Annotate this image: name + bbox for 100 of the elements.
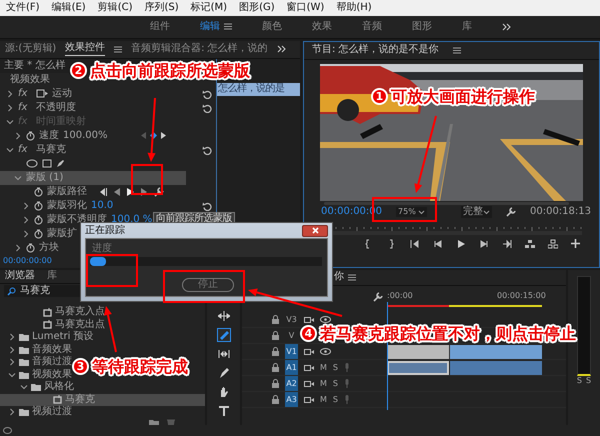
chevron-right-icon[interactable] [8, 358, 16, 366]
overflow-icon[interactable] [502, 22, 511, 31]
caret-icon[interactable] [482, 210, 490, 215]
lift-icon[interactable] [525, 238, 535, 249]
lock-icon[interactable] [272, 379, 279, 388]
menu-icon[interactable] [224, 23, 232, 30]
menu-item[interactable]: 图形(G) [239, 2, 275, 14]
eye-icon[interactable] [320, 316, 331, 324]
reset-icon[interactable] [202, 102, 212, 113]
step-forward-icon[interactable] [479, 238, 489, 249]
sync-lock-icon[interactable] [304, 364, 314, 372]
lock-icon[interactable] [272, 315, 279, 324]
tree-item[interactable]: 音频效果 [0, 344, 72, 356]
property-value[interactable]: 10.0 [91, 200, 161, 212]
slip-icon[interactable] [218, 348, 230, 360]
workspace-tab[interactable]: 图形 [412, 20, 432, 33]
add-button-icon[interactable] [571, 239, 580, 248]
zoom-dropdown[interactable]: 75% [396, 207, 427, 218]
workspace-tab[interactable]: 编辑 [200, 20, 232, 33]
solo-button[interactable]: S [576, 376, 582, 386]
sync-lock-icon[interactable] [304, 380, 314, 388]
chevron-down-icon[interactable] [6, 146, 14, 154]
solo-button[interactable]: S [332, 394, 338, 404]
track-label[interactable]: V [285, 328, 298, 344]
sync-lock-icon[interactable] [304, 348, 314, 356]
lock-icon[interactable] [272, 331, 279, 340]
menu-icon[interactable] [114, 46, 122, 53]
mute-button[interactable]: M [320, 362, 327, 372]
eye-icon[interactable] [320, 348, 331, 356]
chevron-right-icon[interactable] [8, 408, 16, 416]
menu-item[interactable]: 标记(M) [190, 2, 228, 14]
chevron-right-icon[interactable] [6, 104, 14, 112]
next-keyframe-icon[interactable] [161, 132, 166, 140]
go-to-out-icon[interactable] [502, 238, 512, 249]
track-select-icon[interactable] [218, 310, 230, 322]
reset-icon[interactable] [202, 88, 212, 99]
pen-icon[interactable] [218, 367, 230, 380]
workspace-tab[interactable]: 组件 [150, 20, 170, 33]
tree-item[interactable]: 音频过渡 [0, 356, 72, 369]
chevron-right-icon[interactable] [22, 202, 30, 210]
extract-icon[interactable] [548, 238, 558, 249]
chevron-right-icon[interactable] [14, 244, 22, 252]
menu-icon[interactable] [452, 46, 461, 54]
menu-item[interactable]: 帮助(H) [336, 2, 372, 14]
wrench-icon[interactable] [506, 207, 516, 218]
wrench-icon[interactable] [373, 292, 383, 302]
chevron-right-icon[interactable] [6, 90, 14, 98]
panel-tab[interactable]: 浏览器 [5, 270, 35, 284]
tree-item[interactable]: Lumetri 预设 [0, 331, 94, 344]
chevron-down-icon[interactable] [20, 383, 28, 392]
stopwatch-icon[interactable] [26, 130, 35, 141]
lock-icon[interactable] [272, 347, 279, 356]
caret-icon[interactable] [418, 210, 425, 215]
menu-item[interactable]: 序列(S) [144, 2, 179, 14]
wrench-icon[interactable] [154, 186, 164, 197]
solo-button[interactable]: S [332, 362, 338, 372]
overflow-icon[interactable] [276, 45, 286, 54]
panel-tab[interactable]: 源:(无剪辑) [5, 42, 56, 56]
mute-button[interactable]: M [320, 394, 327, 404]
sync-lock-icon[interactable] [304, 316, 314, 324]
tree-item[interactable]: 马赛克 [0, 394, 205, 406]
step-back-icon[interactable] [433, 238, 443, 249]
mute-button[interactable]: M [320, 378, 327, 388]
menu-item[interactable]: 编辑(E) [52, 2, 86, 14]
keyframe-icon[interactable] [150, 132, 157, 140]
menu-item[interactable]: 文件(F) [6, 2, 40, 14]
panel-tab[interactable]: 节目: 怎么样，说的是不是你 [312, 44, 439, 57]
workspace-tab[interactable]: 库 [462, 20, 472, 33]
razor-icon[interactable] [218, 329, 230, 342]
step-back-icon[interactable] [99, 188, 107, 196]
menu-item[interactable]: 剪辑(C) [98, 2, 132, 14]
stopwatch-icon[interactable] [34, 214, 43, 225]
type-tool-icon[interactable] [218, 405, 230, 418]
track-label[interactable]: V3 [285, 312, 298, 328]
close-button[interactable] [302, 224, 328, 236]
menu-icon[interactable] [348, 274, 356, 282]
video-clip[interactable] [387, 344, 449, 359]
panel-tab[interactable]: 效果控件 [65, 42, 106, 56]
play-icon[interactable] [127, 188, 134, 196]
track-label[interactable]: A1 [285, 360, 298, 376]
track-label[interactable]: V1 [285, 344, 298, 360]
panel-tab[interactable]: 音频剪辑混合器: 怎么样，说的 [131, 42, 268, 56]
pen-icon[interactable] [56, 159, 65, 168]
audio-clip[interactable] [449, 360, 542, 375]
solo-button[interactable]: S [332, 378, 338, 388]
solo-button[interactable]: S [586, 376, 592, 386]
workspace-tab[interactable]: 效果 [312, 20, 332, 33]
play-icon[interactable] [456, 238, 466, 249]
track-label[interactable]: A3 [285, 392, 298, 408]
chevron-down-icon[interactable] [8, 370, 16, 379]
tree-item[interactable]: 马赛克出点 [0, 318, 105, 332]
chevron-down-icon[interactable] [14, 174, 22, 182]
lock-icon[interactable] [272, 395, 279, 404]
ellipse-mask-icon[interactable] [26, 159, 38, 168]
video-clip[interactable] [449, 344, 542, 359]
stopwatch-icon[interactable] [34, 200, 43, 211]
panel-tab[interactable]: 你 [334, 271, 344, 284]
menu-item[interactable]: 窗口(W) [286, 2, 324, 14]
reset-icon[interactable] [202, 200, 212, 211]
go-to-in-icon[interactable] [410, 238, 420, 249]
